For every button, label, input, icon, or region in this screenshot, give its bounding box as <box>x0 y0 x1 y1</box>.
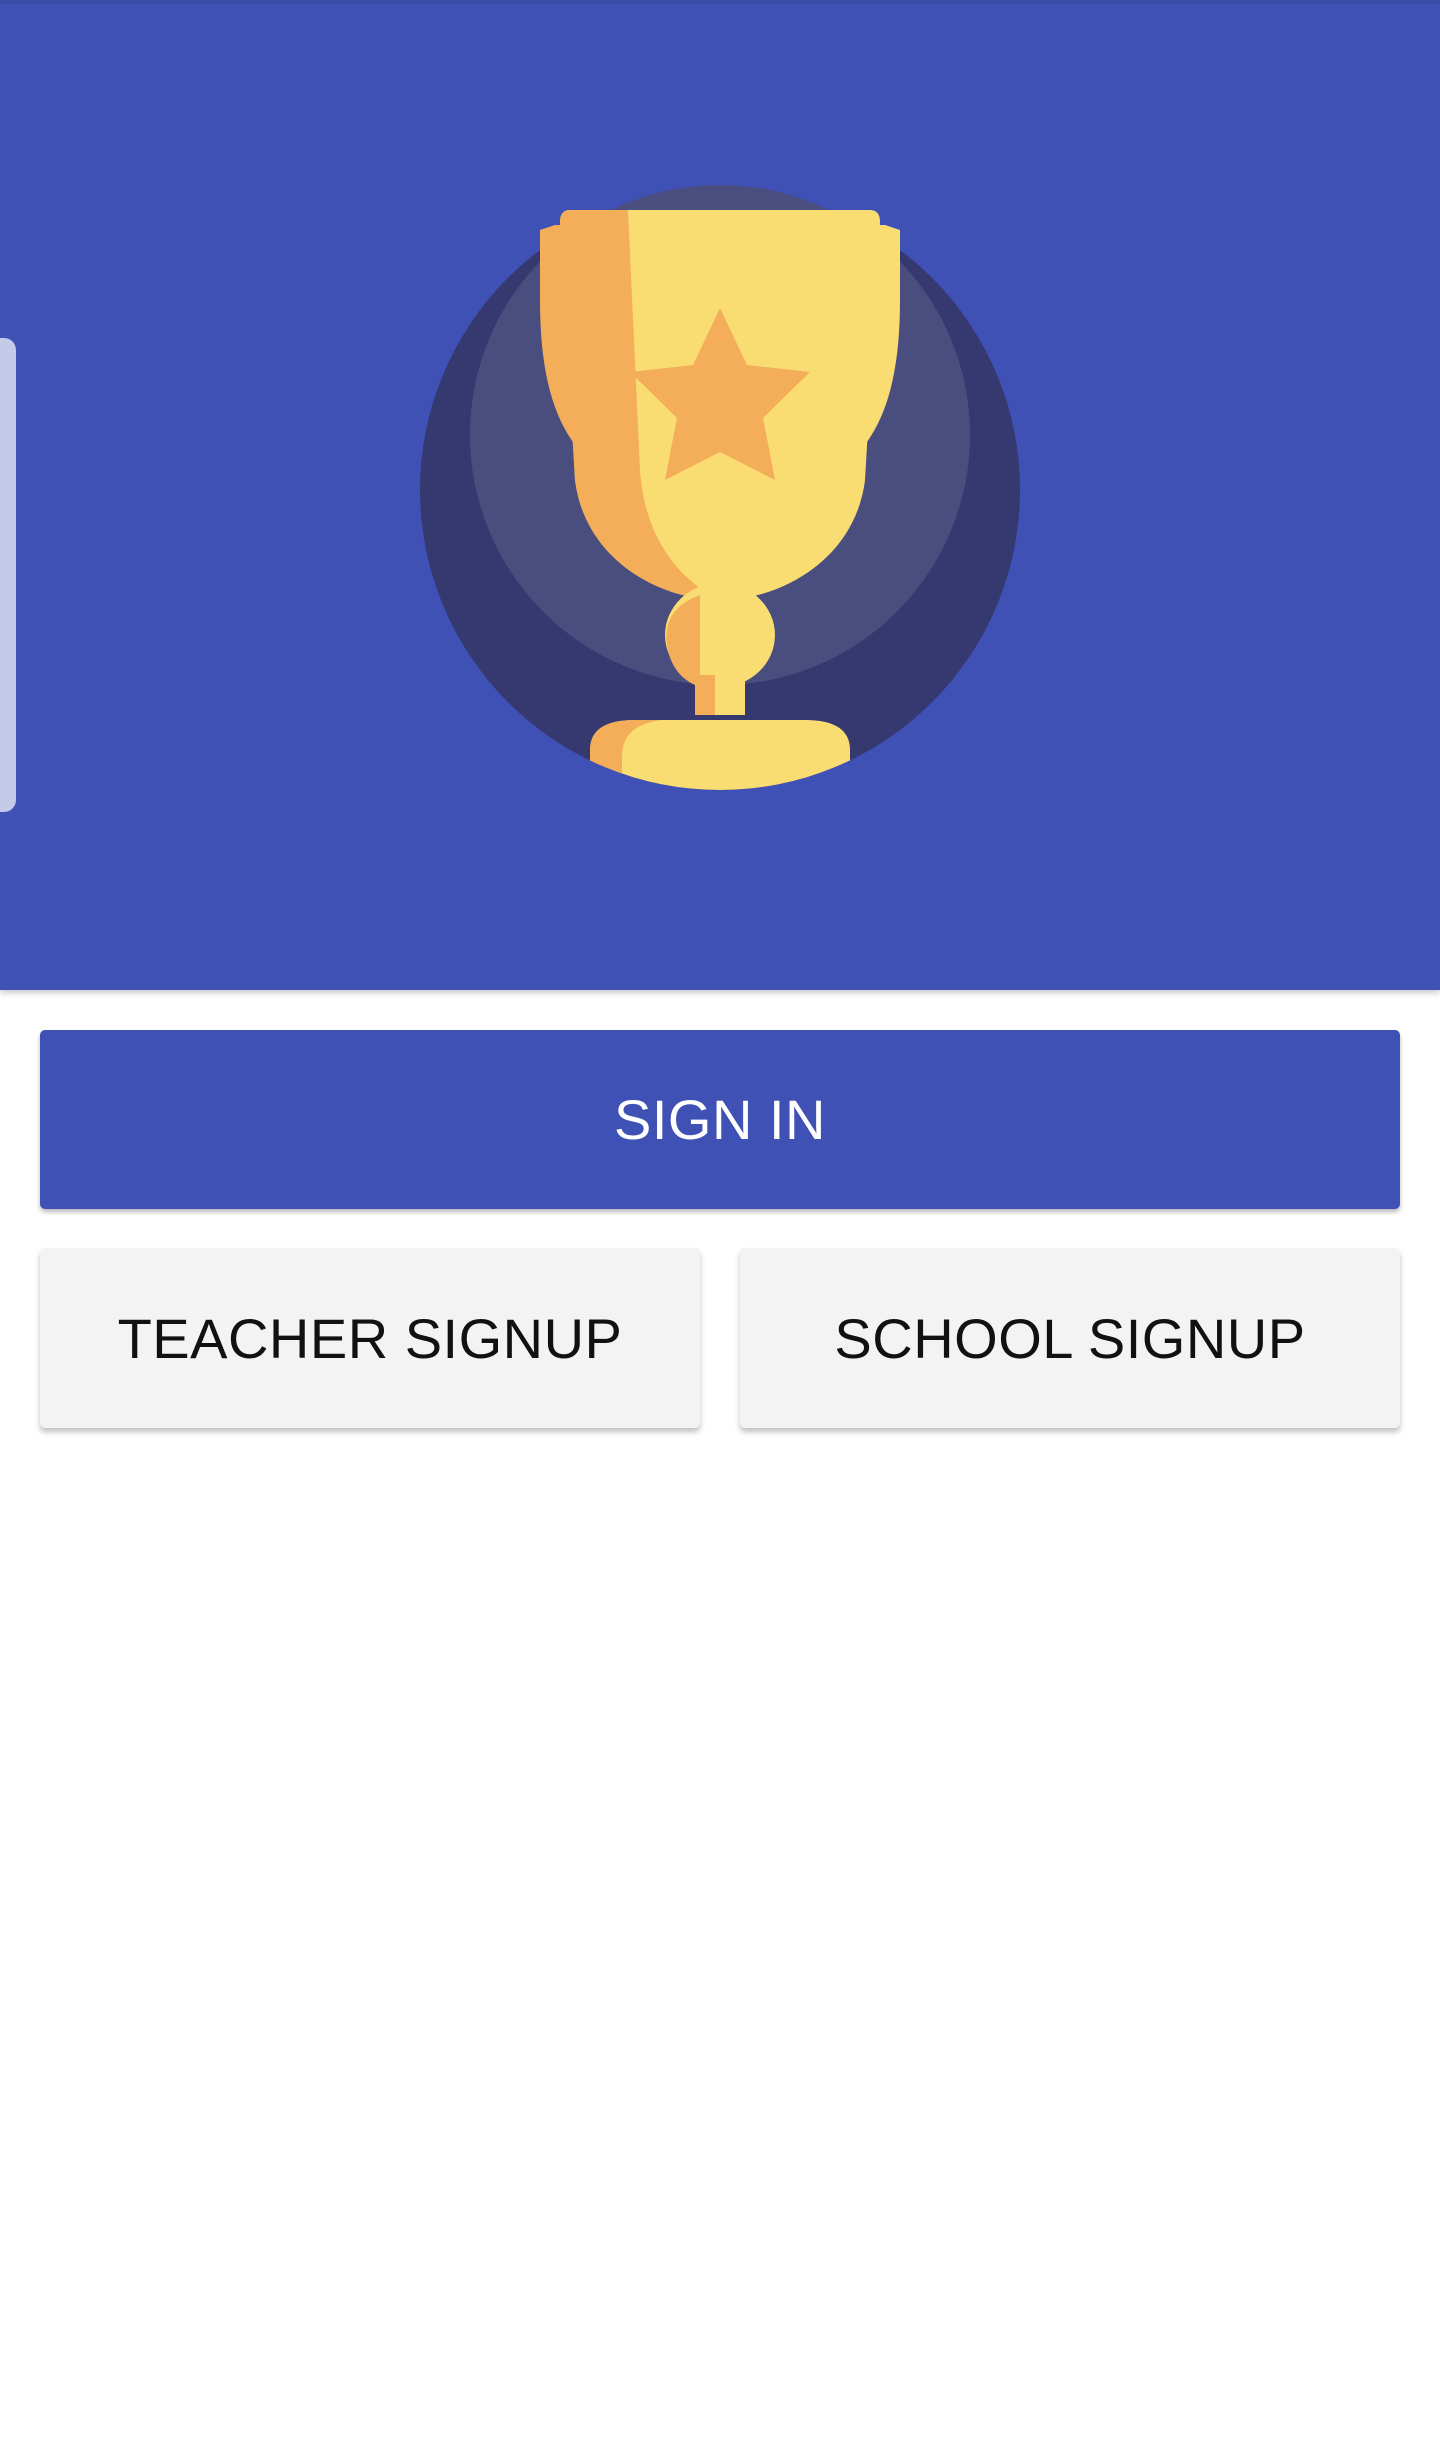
school-signup-button[interactable]: SCHOOL SIGNUP <box>740 1248 1400 1428</box>
teacher-signup-button[interactable]: TEACHER SIGNUP <box>40 1248 700 1428</box>
status-bar-edge <box>0 0 1440 4</box>
drawer-handle[interactable] <box>0 338 16 812</box>
school-signup-label: SCHOOL SIGNUP <box>834 1306 1306 1370</box>
hero-banner <box>0 0 1440 990</box>
trophy-icon <box>420 185 1020 790</box>
teacher-signup-label: TEACHER SIGNUP <box>117 1306 623 1370</box>
sign-in-button[interactable]: SIGN IN <box>40 1030 1400 1209</box>
sign-in-label: SIGN IN <box>614 1088 826 1151</box>
